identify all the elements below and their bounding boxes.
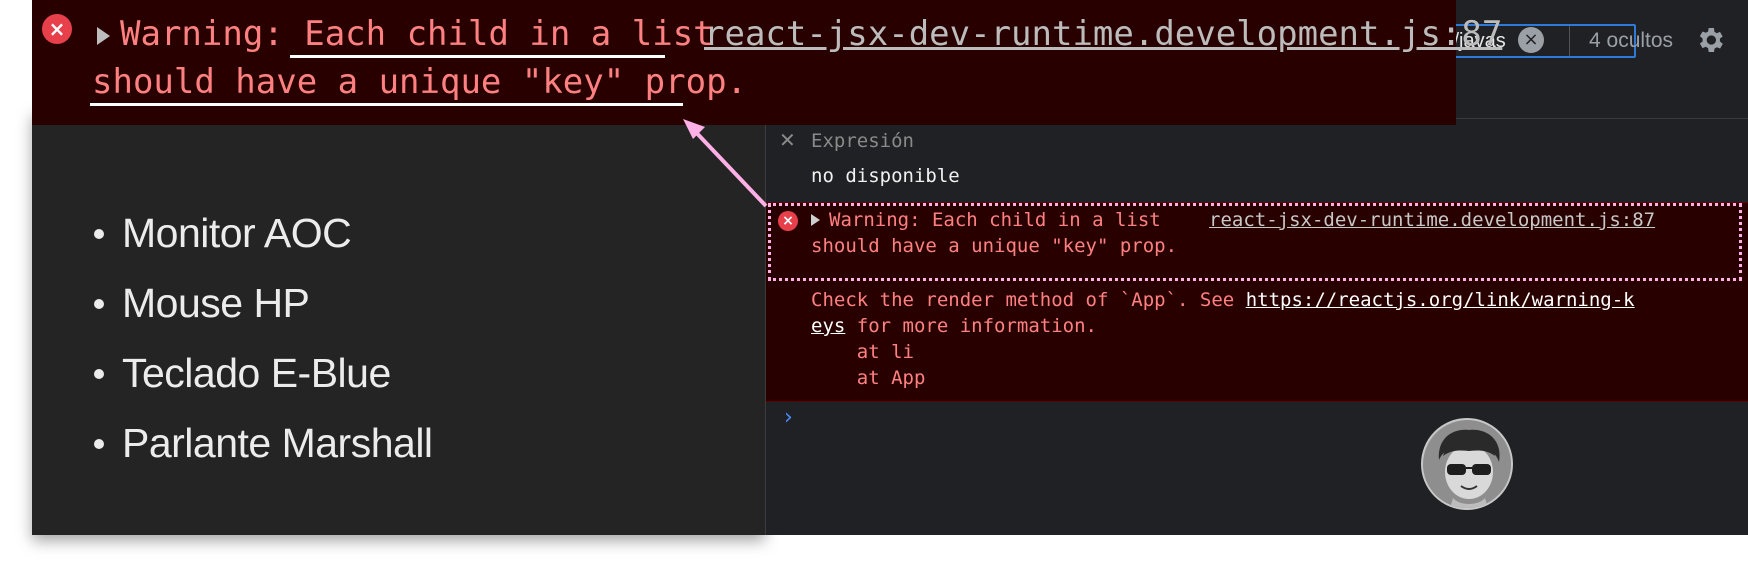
bullet [94, 229, 104, 239]
emphasis-underline [290, 55, 665, 58]
hidden-messages-count[interactable]: 4 ocultos [1589, 29, 1673, 53]
error-source-link[interactable]: react-jsx-dev-runtime.development.js:87 [1209, 209, 1655, 231]
expression-value: no disponible [811, 165, 960, 187]
callout-source-link: react-jsx-dev-runtime.development.js:87 [704, 14, 1503, 54]
bullet [94, 299, 104, 309]
callout-line2: should have a unique "key" prop. [92, 62, 748, 102]
stack-frame: at li [811, 341, 914, 363]
gear-icon[interactable] [1694, 24, 1726, 56]
clear-filter-icon[interactable]: × [1518, 27, 1544, 53]
list-item: Monitor AOC [90, 210, 433, 280]
expand-triangle-icon[interactable] [811, 214, 820, 226]
list-item: Mouse HP [90, 280, 433, 350]
toolbar-divider [1569, 26, 1570, 56]
list-item: Parlante Marshall [90, 420, 433, 490]
stack-frame: at App [811, 367, 926, 389]
expression-label[interactable]: Expresión [811, 130, 914, 152]
remove-expression-icon[interactable]: ✕ [779, 128, 796, 152]
product-list: Monitor AOC Mouse HP Teclado E-Blue Parl… [90, 210, 433, 490]
console-prompt-icon[interactable]: › [784, 405, 793, 430]
list-item: Teclado E-Blue [90, 350, 433, 420]
error-text-line2: should have a unique "key" prop. [811, 235, 1178, 257]
error-icon: × [42, 14, 72, 44]
emphasis-underline [90, 103, 683, 106]
error-detail: Check the render method of `App`. See ht… [811, 289, 1635, 311]
bullet [94, 439, 104, 449]
error-icon: × [778, 211, 798, 231]
avatar [1421, 418, 1513, 510]
error-detail: eys for more information. [811, 315, 1097, 337]
expand-triangle-icon [97, 27, 110, 45]
docs-link[interactable]: https://reactjs.org/link/warning-k [1246, 289, 1635, 311]
zoomed-warning-callout: × Warning: Each child in a list react-js… [32, 0, 1502, 125]
live-expression: ✕ Expresión no disponible [766, 118, 1748, 208]
callout-line1: Warning: Each child in a list [120, 14, 714, 54]
bullet [94, 369, 104, 379]
docs-link-continued[interactable]: eys [811, 315, 845, 337]
avatar-illustration [1423, 420, 1511, 508]
callout-highlight: Each child in a list [304, 14, 714, 54]
error-text-line1: Warning: Each child in a list [829, 209, 1161, 231]
console-error-message: × Warning: Each child in a list react-js… [766, 202, 1748, 402]
